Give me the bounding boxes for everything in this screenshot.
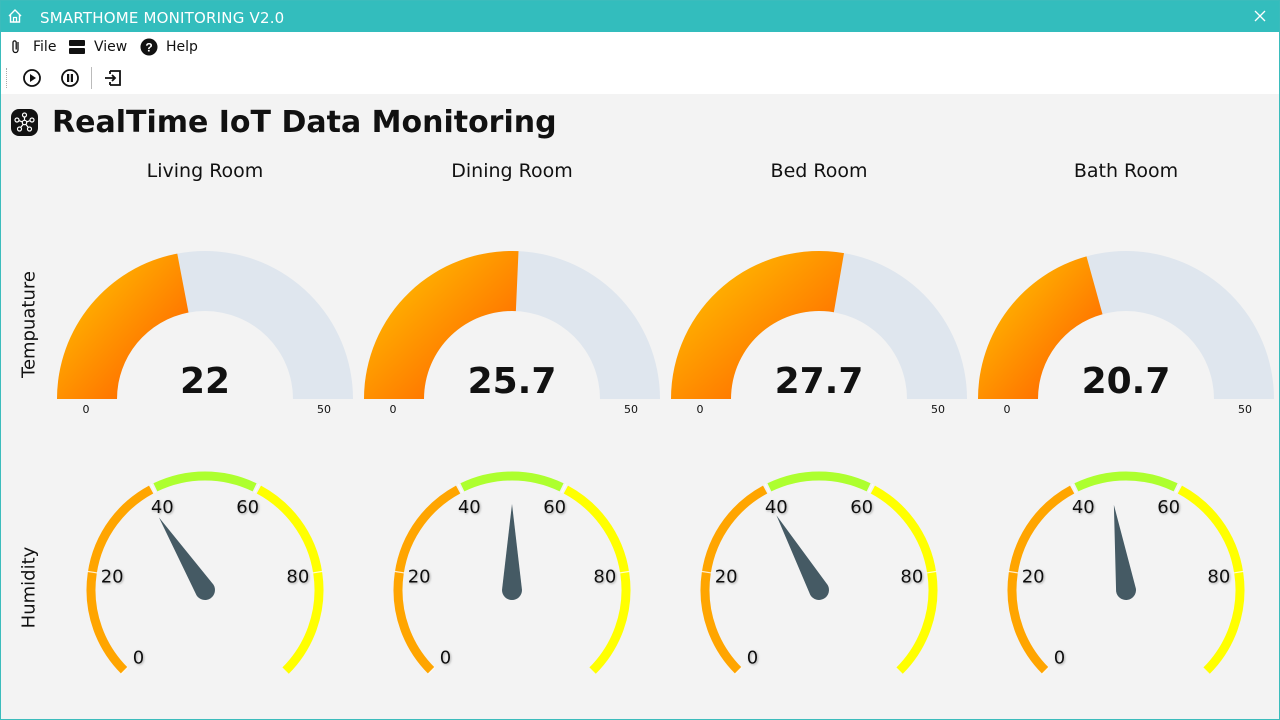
humidity-tick-label-dining-3: 60 [543,497,566,518]
humidity-needle-dining [502,504,522,600]
humidity-tick-label-bath-1: 20 [1022,566,1045,587]
humidity-tick-label-living-0: 0 [133,647,144,668]
humidity-tick-label-living-1: 20 [101,566,124,587]
temp-value-bath: 20.7 [1082,361,1171,402]
temp-max-label-living: 50 [317,403,331,416]
temp-max-label-dining: 50 [624,403,638,416]
humidity-band-living-1 [153,471,257,492]
humidity-tick-label-bath-0: 0 [1054,647,1065,668]
humidity-tick-label-living-4: 80 [286,566,309,587]
humidity-tick-label-bath-3: 60 [1157,497,1180,518]
humidity-needle-bed [776,515,830,601]
humidity-band-dining-1 [460,471,564,492]
temp-value-living: 22 [180,361,230,402]
app-window: SMARTHOME MONITORING V2.0 File View ? He… [0,0,1280,720]
humidity-needle-bath [1113,504,1136,600]
gauge-panel: 22 0 50 0 20 40 60 80 25.7 0 50 0 20 40 60 80 27.7 0 50 0 20… [57,250,1274,675]
humidity-tick-label-dining-4: 80 [593,566,616,587]
temp-gauge-fill-living [57,253,189,399]
temp-value-bed: 27.7 [775,361,864,402]
temp-max-label-bath: 50 [1238,403,1252,416]
humidity-tick-label-dining-0: 0 [440,647,451,668]
humidity-tick-label-living-3: 60 [236,497,259,518]
humidity-tick-label-living-2: 40 [151,497,174,518]
humidity-tick-label-dining-2: 40 [458,497,481,518]
humidity-tick-label-bed-4: 80 [900,566,923,587]
humidity-tick-label-bath-4: 80 [1207,566,1230,587]
humidity-tick-label-bed-0: 0 [747,647,758,668]
humidity-tick-label-bed-3: 60 [850,497,873,518]
temp-min-label-bed: 0 [697,403,704,416]
temp-min-label-bath: 0 [1004,403,1011,416]
humidity-tick-label-bath-2: 40 [1072,497,1095,518]
humidity-needle-living [158,517,216,600]
temp-value-dining: 25.7 [468,361,557,402]
humidity-tick-label-dining-1: 20 [408,566,431,587]
humidity-band-bed-1 [767,471,871,492]
humidity-band-bath-1 [1074,471,1178,492]
temp-min-label-living: 0 [83,403,90,416]
temp-max-label-bed: 50 [931,403,945,416]
humidity-tick-label-bed-1: 20 [715,566,738,587]
temp-min-label-dining: 0 [390,403,397,416]
humidity-tick-label-bed-2: 40 [765,497,788,518]
